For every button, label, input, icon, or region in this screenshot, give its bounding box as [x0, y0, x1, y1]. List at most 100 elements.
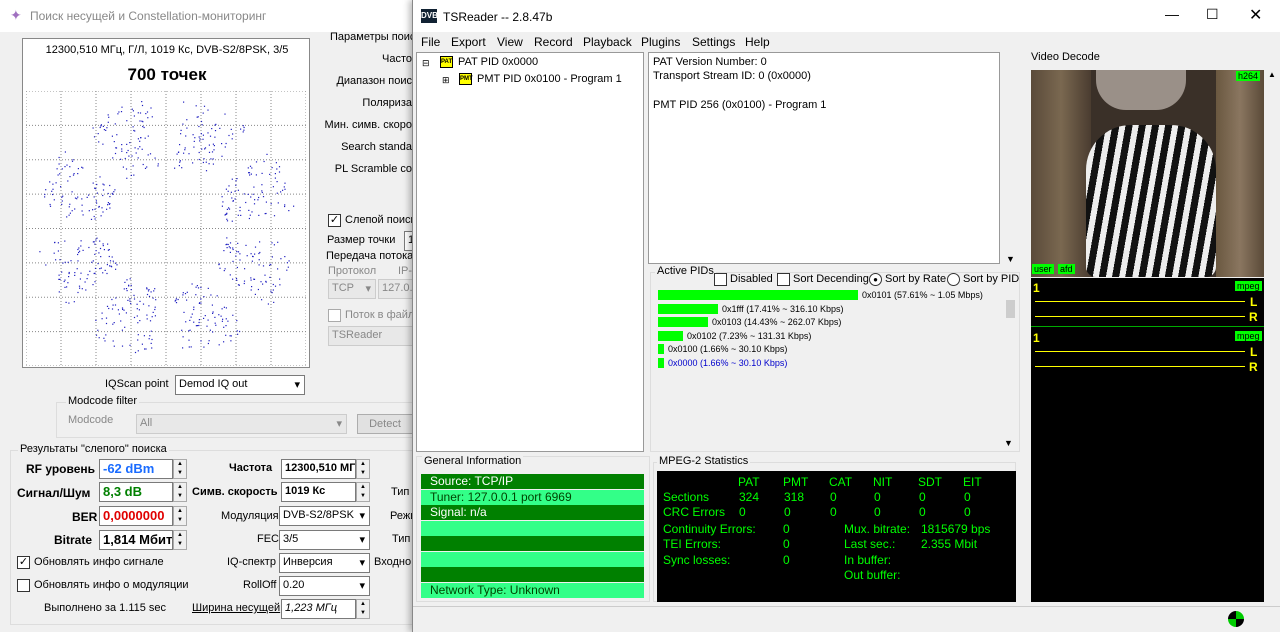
sections-sdt: 0 — [919, 490, 926, 504]
mod-select[interactable]: DVB-S2/8PSK — [279, 506, 370, 526]
mod-label: Модуляция — [221, 510, 279, 522]
tsreader-title-bar[interactable]: DVB TSReader -- 2.8.47b — ☐ ✕ — [413, 0, 1280, 32]
modcode-select[interactable]: All — [136, 414, 347, 434]
fec-label: FEC — [257, 533, 279, 545]
general-info-line — [421, 567, 644, 582]
menu-view[interactable]: View — [497, 35, 523, 49]
disabled-checkbox[interactable] — [714, 273, 727, 286]
modcode-label: Modcode — [68, 414, 114, 426]
pid-bar — [658, 344, 664, 354]
tree-expand-icon[interactable]: ⊞ — [442, 75, 450, 86]
menu-bar: File Export View Record Playback Plugins… — [413, 33, 1280, 51]
audio1-left-meter — [1035, 301, 1245, 302]
pid-bar — [658, 330, 683, 341]
last-label: Last sec.: — [844, 537, 896, 551]
left-window-title: Поиск несущей и Constellation-мониторинг — [30, 9, 267, 23]
col-pat: PAT — [738, 475, 760, 489]
menu-playback[interactable]: Playback — [583, 35, 632, 49]
sections-pat: 324 — [739, 490, 760, 504]
crc-pmt: 0 — [784, 505, 791, 519]
sort-pid-radio[interactable] — [947, 273, 960, 286]
general-info-line — [421, 520, 644, 536]
ber-spinner[interactable]: ▲ ▼ — [173, 506, 187, 526]
pid-scrollbar[interactable] — [1006, 300, 1015, 318]
mux-value: 1815679 bps — [921, 522, 991, 536]
mpeg-stats-label: MPEG-2 Statistics — [657, 455, 751, 467]
pid-bar-label: 0x0103 (14.43% ~ 262.07 Kbps) — [712, 317, 842, 327]
rf-spinner[interactable]: ▲ ▼ — [173, 459, 187, 479]
cont-label: Continuity Errors: — [663, 522, 756, 536]
info-scrollbar[interactable]: ▼ — [1003, 52, 1017, 264]
protocol-label: Протокол — [328, 265, 377, 277]
menu-export[interactable]: Export — [451, 35, 486, 49]
fec-select[interactable]: 3/5 — [279, 530, 370, 550]
params-header: Параметры поиск — [330, 31, 412, 43]
iq-label: IQ-спектр — [227, 556, 276, 568]
detect-button[interactable]: Detect — [357, 414, 413, 434]
audio1-mpeg-badge: mpeg — [1235, 281, 1262, 291]
bookshelf-right — [1216, 70, 1264, 277]
freq-value: 12300,510 МГц — [281, 459, 356, 479]
menu-help[interactable]: Help — [745, 35, 770, 49]
ip-input[interactable]: 127.0. — [378, 279, 412, 299]
sort-rate-radio[interactable]: ● — [869, 273, 882, 286]
params-panel: Параметры поиск Часто Диапазон поис Поля… — [318, 28, 412, 368]
minimize-icon[interactable]: — — [1165, 6, 1179, 22]
sync-label: Sync losses: — [663, 553, 731, 567]
stream-file-checkbox[interactable] — [328, 309, 341, 322]
snr-spinner[interactable]: ▲ ▼ — [173, 482, 187, 502]
point-size-input[interactable]: 1 — [404, 231, 412, 251]
tree-expand-icon[interactable]: ⊟ — [422, 58, 430, 69]
sym-spinner[interactable]: ▲ ▼ — [356, 482, 370, 502]
sections-pmt: 318 — [784, 490, 805, 504]
menu-plugins[interactable]: Plugins — [641, 35, 680, 49]
freq-spinner[interactable]: ▲ ▼ — [356, 459, 370, 479]
crc-label: CRC Errors — [663, 505, 725, 519]
video-scrollbar[interactable]: ▲ — [1266, 70, 1278, 602]
update-signal-checkbox[interactable]: ✓ — [17, 556, 30, 569]
menu-file[interactable]: File — [421, 35, 440, 49]
audio-separator — [1031, 326, 1264, 327]
width-spinner[interactable]: ▲ ▼ — [356, 599, 370, 619]
pid-bar — [658, 317, 708, 327]
tree-item-pmt[interactable]: PMT PID 0x0100 - Program 1 — [477, 73, 622, 85]
menu-record[interactable]: Record — [534, 35, 573, 49]
audio2-left-label: L — [1250, 345, 1258, 359]
iq-select[interactable]: Инверсия — [279, 553, 370, 573]
blind-search-checkbox[interactable]: ✓ — [328, 214, 341, 227]
sections-label: Sections — [663, 490, 710, 504]
update-mod-checkbox[interactable] — [17, 579, 30, 592]
sections-nit: 0 — [874, 490, 881, 504]
close-icon[interactable]: ✕ — [1249, 5, 1262, 25]
sym-label: Симв. скорость — [192, 486, 278, 498]
tree-item-pat[interactable]: PAT PID 0x0000 — [458, 56, 538, 68]
user-badge: user — [1032, 264, 1054, 274]
maximize-icon[interactable]: ☐ — [1206, 6, 1219, 23]
sections-eit: 0 — [964, 490, 971, 504]
crc-cat: 0 — [830, 505, 837, 519]
protocol-select[interactable]: TCP — [328, 279, 376, 299]
pid-bar-label: 0x0100 (1.66% ~ 30.10 Kbps) — [668, 344, 788, 354]
general-info-line — [421, 536, 644, 551]
snr-value: 8,3 dB — [99, 482, 173, 502]
tsreader-input[interactable]: TSReader — [328, 326, 412, 346]
scroll-down-icon[interactable]: ▼ — [1004, 438, 1013, 448]
rolloff-select[interactable]: 0.20 — [279, 576, 370, 596]
rolloff-label: RollOff — [243, 579, 277, 591]
disabled-label: Disabled — [730, 273, 773, 285]
pl-param-label: PL Scramble co — [334, 163, 412, 175]
crc-eit: 0 — [964, 505, 971, 519]
pmt-icon: PMT — [459, 73, 473, 85]
audio2-right-label: R — [1249, 360, 1258, 374]
constellation-plot — [26, 91, 306, 366]
menu-settings[interactable]: Settings — [692, 35, 735, 49]
dvb-logo-icon: DVB — [421, 9, 438, 23]
minsym-param-label: Мин. симв. скоро — [324, 119, 412, 131]
sort-pid-label: Sort by PID — [963, 273, 1020, 285]
width-label: Ширина несущей — [192, 602, 281, 614]
bitrate-spinner[interactable]: ▲ ▼ — [173, 530, 187, 550]
sort-desc-checkbox[interactable] — [777, 273, 790, 286]
iqscan-select[interactable]: Demod IQ out — [175, 375, 305, 395]
status-indicator-icon — [1228, 611, 1244, 627]
sym-value: 1019 Кс — [281, 482, 356, 502]
